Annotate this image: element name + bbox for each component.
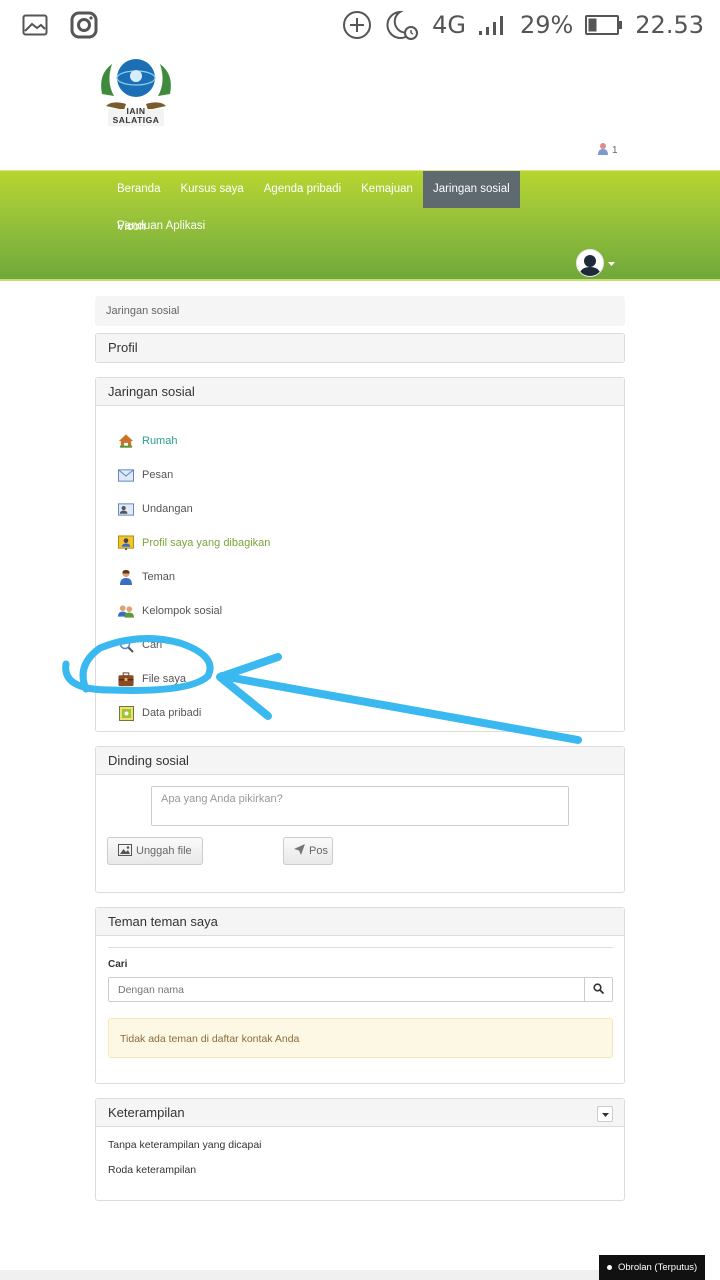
upload-file-button[interactable]: Unggah file (107, 837, 203, 865)
panel-title-wall: Dinding sosial (96, 747, 624, 775)
skills-dropdown-toggle[interactable] (597, 1106, 613, 1122)
social-menu-list: Rumah Pesan Undangan Profil saya yang di… (96, 406, 624, 730)
wall-post-input[interactable]: Apa yang Anda pikirkan? (151, 786, 569, 826)
user-icon (597, 142, 609, 159)
friend-icon (118, 569, 134, 585)
battery-percent: 29% (519, 11, 574, 39)
social-item-file-saya[interactable]: File saya (118, 662, 624, 696)
social-item-undangan[interactable]: Undangan (118, 492, 624, 526)
friend-search-label: Cari (108, 959, 128, 970)
moon-alarm-icon (384, 9, 420, 41)
social-item-teman[interactable]: Teman (118, 560, 624, 594)
nav-row-2: Vicon (107, 209, 156, 246)
social-item-rumah[interactable]: Rumah (118, 424, 624, 458)
status-bar: 4G 29% 22.53 (0, 0, 720, 50)
social-item-cari[interactable]: Cari (118, 628, 624, 662)
briefcase-icon (118, 671, 134, 687)
notification-count: 1 (612, 145, 618, 156)
post-button[interactable]: Pos (283, 837, 333, 865)
panel-title-social: Jaringan sosial (96, 378, 624, 406)
nav-row-1: Beranda Kursus saya Agenda pribadi Kemaj… (107, 171, 617, 245)
invitation-icon (118, 501, 134, 517)
panel-title-skills: Keterampilan (96, 1099, 624, 1127)
user-menu[interactable] (576, 249, 615, 277)
battery-icon (585, 14, 623, 36)
envelope-icon (118, 467, 134, 483)
network-type: 4G (432, 11, 466, 39)
image-icon (118, 843, 132, 859)
social-item-pesan[interactable]: Pesan (118, 458, 624, 492)
my-friends-panel: Teman teman saya Cari Tidak ada teman di… (95, 907, 625, 1084)
home-icon (118, 433, 134, 449)
shared-profile-icon (118, 535, 134, 551)
breadcrumb[interactable]: Jaringan sosial (95, 296, 625, 326)
skill-item-wheel[interactable]: Roda keterampilan (96, 1158, 624, 1183)
logo-text: IAIN SALATIGA (112, 106, 160, 125)
skill-item-none: Tanpa keterampilan yang dicapai (108, 1139, 262, 1151)
nav-item-agenda-pribadi[interactable]: Agenda pribadi (254, 171, 351, 208)
avatar (576, 249, 604, 277)
nav-item-vicon[interactable]: Vicon (107, 209, 156, 246)
notification-badge[interactable]: 1 (597, 142, 618, 159)
chat-status-dot (607, 1265, 612, 1270)
friend-search-input[interactable] (109, 978, 584, 1001)
skills-panel: Keterampilan Tanpa keterampilan yang dic… (95, 1098, 625, 1201)
empty-friends-alert: Tidak ada teman di daftar kontak Anda (108, 1018, 613, 1058)
send-icon (294, 844, 305, 858)
group-icon (118, 603, 134, 619)
nav-item-beranda[interactable]: Beranda (107, 171, 170, 208)
social-item-kelompok-sosial[interactable]: Kelompok sosial (118, 594, 624, 628)
panel-title-friends: Teman teman saya (96, 908, 624, 936)
social-item-profil-dibagikan[interactable]: Profil saya yang dibagikan (118, 526, 624, 560)
footer-strip (0, 1270, 599, 1280)
chevron-down-icon (608, 254, 615, 272)
personal-data-icon (118, 705, 134, 721)
divider (108, 947, 613, 948)
skills-list: Tanpa keterampilan yang dicapai Roda ket… (96, 1127, 624, 1183)
social-item-data-pribadi[interactable]: Data pribadi (118, 696, 624, 730)
magnifier-icon (593, 981, 605, 999)
signal-icon (478, 14, 508, 36)
social-wall-panel: Dinding sosial Apa yang Anda pikirkan? U… (95, 746, 625, 893)
clock: 22.53 (635, 11, 704, 39)
gallery-icon (22, 14, 48, 36)
caret-down-icon (601, 1105, 609, 1123)
search-icon (118, 637, 134, 653)
nav-item-kemajuan[interactable]: Kemajuan (351, 171, 423, 208)
panel-title-profil[interactable]: Profil (96, 334, 624, 362)
instagram-icon (70, 11, 98, 39)
friend-search-box (108, 977, 613, 1002)
site-logo[interactable]: IAIN SALATIGA (96, 54, 176, 128)
nav-item-jaringan-sosial[interactable]: Jaringan sosial (422, 171, 520, 208)
profil-panel: Profil (95, 333, 625, 363)
nav-item-kursus-saya[interactable]: Kursus saya (170, 171, 253, 208)
friend-search-button[interactable] (584, 978, 612, 1001)
add-circle-icon (342, 10, 372, 40)
chat-status-bar[interactable]: Obrolan (Terputus) (599, 1255, 705, 1280)
main-navbar: Beranda Kursus saya Agenda pribadi Kemaj… (0, 170, 720, 281)
social-network-panel: Jaringan sosial Rumah Pesan Undangan Pro… (95, 377, 625, 732)
